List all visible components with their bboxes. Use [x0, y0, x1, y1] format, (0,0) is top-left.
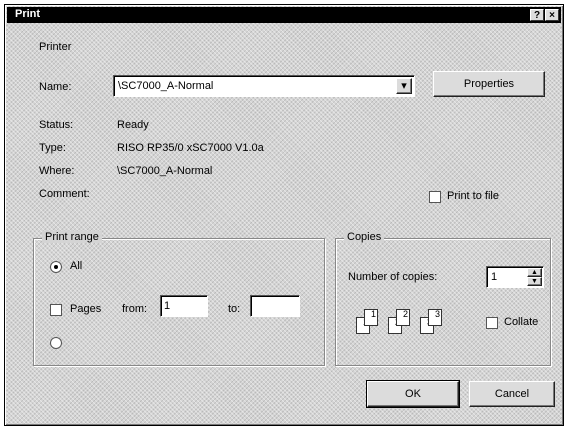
to-page-input[interactable] [250, 295, 300, 317]
from-label: from: [122, 303, 148, 315]
spin-down-icon[interactable]: ▼ [527, 277, 542, 286]
pages-radio[interactable] [50, 304, 62, 316]
print-range-group: Print range All Pages from: 1 to: [33, 231, 325, 366]
printer-name-value: \SC7000_A-Normal [118, 80, 214, 92]
from-page-value: 1 [164, 300, 171, 312]
dialog-title: Print [15, 8, 41, 20]
copies-group-label: Copies [344, 231, 385, 243]
comment-label: Comment: [39, 188, 90, 200]
chevron-down-icon[interactable]: ▾ [396, 78, 412, 94]
print-to-file-checkbox[interactable] [429, 191, 441, 203]
collate-page-icon: 2 [396, 309, 410, 326]
help-button[interactable]: ? [530, 9, 544, 21]
close-button[interactable]: × [545, 9, 559, 21]
cancel-button[interactable]: Cancel [469, 381, 555, 407]
name-label: Name: [39, 81, 72, 93]
print-all-label: All [70, 260, 83, 272]
from-page-input[interactable]: 1 [160, 295, 208, 317]
to-label: to: [228, 303, 241, 315]
ok-button[interactable]: OK [367, 381, 459, 407]
type-value: RISO RP35/0 xSC7000 V1.0a [117, 142, 264, 154]
spin-up-icon[interactable]: ▲ [527, 268, 542, 277]
copies-value: 1 [491, 271, 498, 283]
copies-spinner[interactable]: 1 ▲ ▼ [486, 266, 544, 288]
pages-label: Pages [70, 303, 102, 315]
printer-name-select[interactable]: \SC7000_A-Normal ▾ [113, 75, 415, 97]
collate-page-icon: 3 [428, 309, 442, 326]
where-value: \SC7000_A-Normal [117, 165, 213, 177]
number-of-copies-label: Number of copies: [348, 271, 438, 283]
where-label: Where: [39, 165, 75, 177]
print-range-group-label: Print range [42, 231, 102, 243]
printer-group-label: Printer [39, 41, 72, 53]
print-to-file-label: Print to file [447, 190, 499, 202]
copies-group: Copies Number of copies: 1 ▲ ▼ 1 1 2 2 3… [335, 231, 551, 366]
title-bar[interactable]: Print ? × [7, 7, 561, 23]
type-label: Type: [39, 142, 66, 154]
status-value: Ready [117, 119, 149, 131]
properties-button[interactable]: Properties [433, 71, 545, 97]
collate-checkbox[interactable] [486, 317, 498, 329]
collate-page-icon: 1 [364, 309, 378, 326]
selection-radio[interactable] [50, 337, 62, 349]
collate-label: Collate [504, 316, 539, 328]
print-all-radio[interactable] [50, 261, 62, 273]
status-label: Status: [39, 119, 74, 131]
print-dialog: Print ? × Printer Name: \SC7000_A-Normal… [4, 4, 564, 426]
